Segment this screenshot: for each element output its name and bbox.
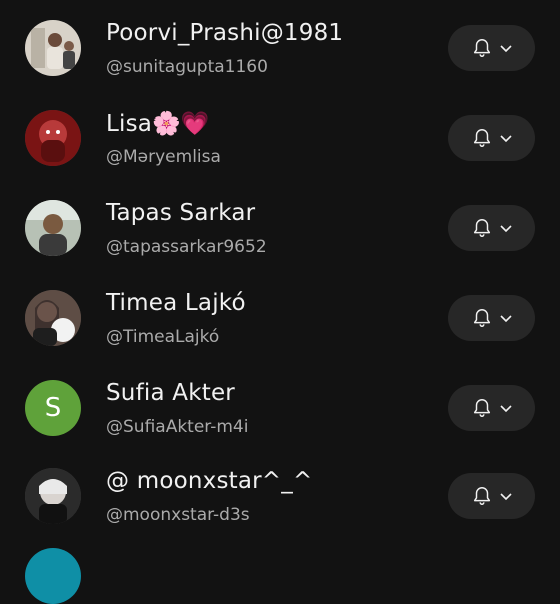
avatar-letter: S [44, 393, 62, 423]
channel-name[interactable]: Lisa🌸💗 [106, 110, 210, 137]
bell-icon [473, 39, 490, 57]
channel-avatar[interactable] [25, 468, 81, 524]
channel-avatar[interactable] [25, 20, 81, 76]
channel-name[interactable]: Sufia Akter [106, 380, 235, 406]
notification-button[interactable] [448, 295, 535, 341]
channel-handle: @tapassarkar9652 [106, 237, 267, 257]
channel-row[interactable]: Timea Lajkó @TimeaLajkó [0, 270, 560, 360]
channel-handle: @Məryemlisa [106, 147, 221, 167]
channel-avatar[interactable] [25, 290, 81, 346]
channel-handle: @moonxstar-d3s [106, 505, 250, 525]
avatar-photo [25, 468, 81, 524]
notification-button[interactable] [448, 473, 535, 519]
channel-row[interactable]: @ moonxstar^_^ @moonxstar-d3s [0, 450, 560, 540]
notification-button[interactable] [448, 25, 535, 71]
chevron-down-icon [499, 405, 512, 413]
channel-name[interactable]: @ moonxstar^_^ [106, 468, 312, 494]
channel-handle: @SufiaAkter-m4i [106, 417, 249, 437]
notification-button[interactable] [448, 115, 535, 161]
avatar-photo [25, 290, 81, 346]
channel-row[interactable]: Tapas Sarkar @tapassarkar9652 [0, 180, 560, 270]
chevron-down-icon [499, 45, 512, 53]
channel-name[interactable]: Timea Lajkó [106, 290, 246, 316]
chevron-down-icon [499, 135, 512, 143]
avatar-photo [25, 110, 81, 166]
channel-row[interactable]: Lisa🌸💗 @Məryemlisa [0, 90, 560, 180]
channel-handle: @sunitagupta1160 [106, 57, 268, 77]
bell-icon [473, 219, 490, 237]
avatar-photo [25, 20, 81, 76]
bell-icon [473, 129, 490, 147]
channel-avatar[interactable] [25, 200, 81, 256]
channel-handle: @TimeaLajkó [106, 327, 220, 347]
channel-row[interactable]: S Sufia Akter @SufiaAkter-m4i [0, 360, 560, 450]
channel-avatar[interactable]: S [25, 380, 81, 436]
channel-name[interactable]: Poorvi_Prashi@1981 [106, 20, 343, 46]
channel-avatar-partial[interactable] [25, 548, 81, 604]
bell-icon [473, 399, 490, 417]
bell-icon [473, 487, 490, 505]
bell-icon [473, 309, 490, 327]
channel-avatar[interactable] [25, 110, 81, 166]
avatar-photo [25, 200, 81, 256]
chevron-down-icon [499, 493, 512, 501]
notification-button[interactable] [448, 385, 535, 431]
channel-name[interactable]: Tapas Sarkar [106, 200, 255, 226]
channel-row[interactable]: Poorvi_Prashi@1981 @sunitagupta1160 [0, 0, 560, 90]
notification-button[interactable] [448, 205, 535, 251]
chevron-down-icon [499, 225, 512, 233]
chevron-down-icon [499, 315, 512, 323]
